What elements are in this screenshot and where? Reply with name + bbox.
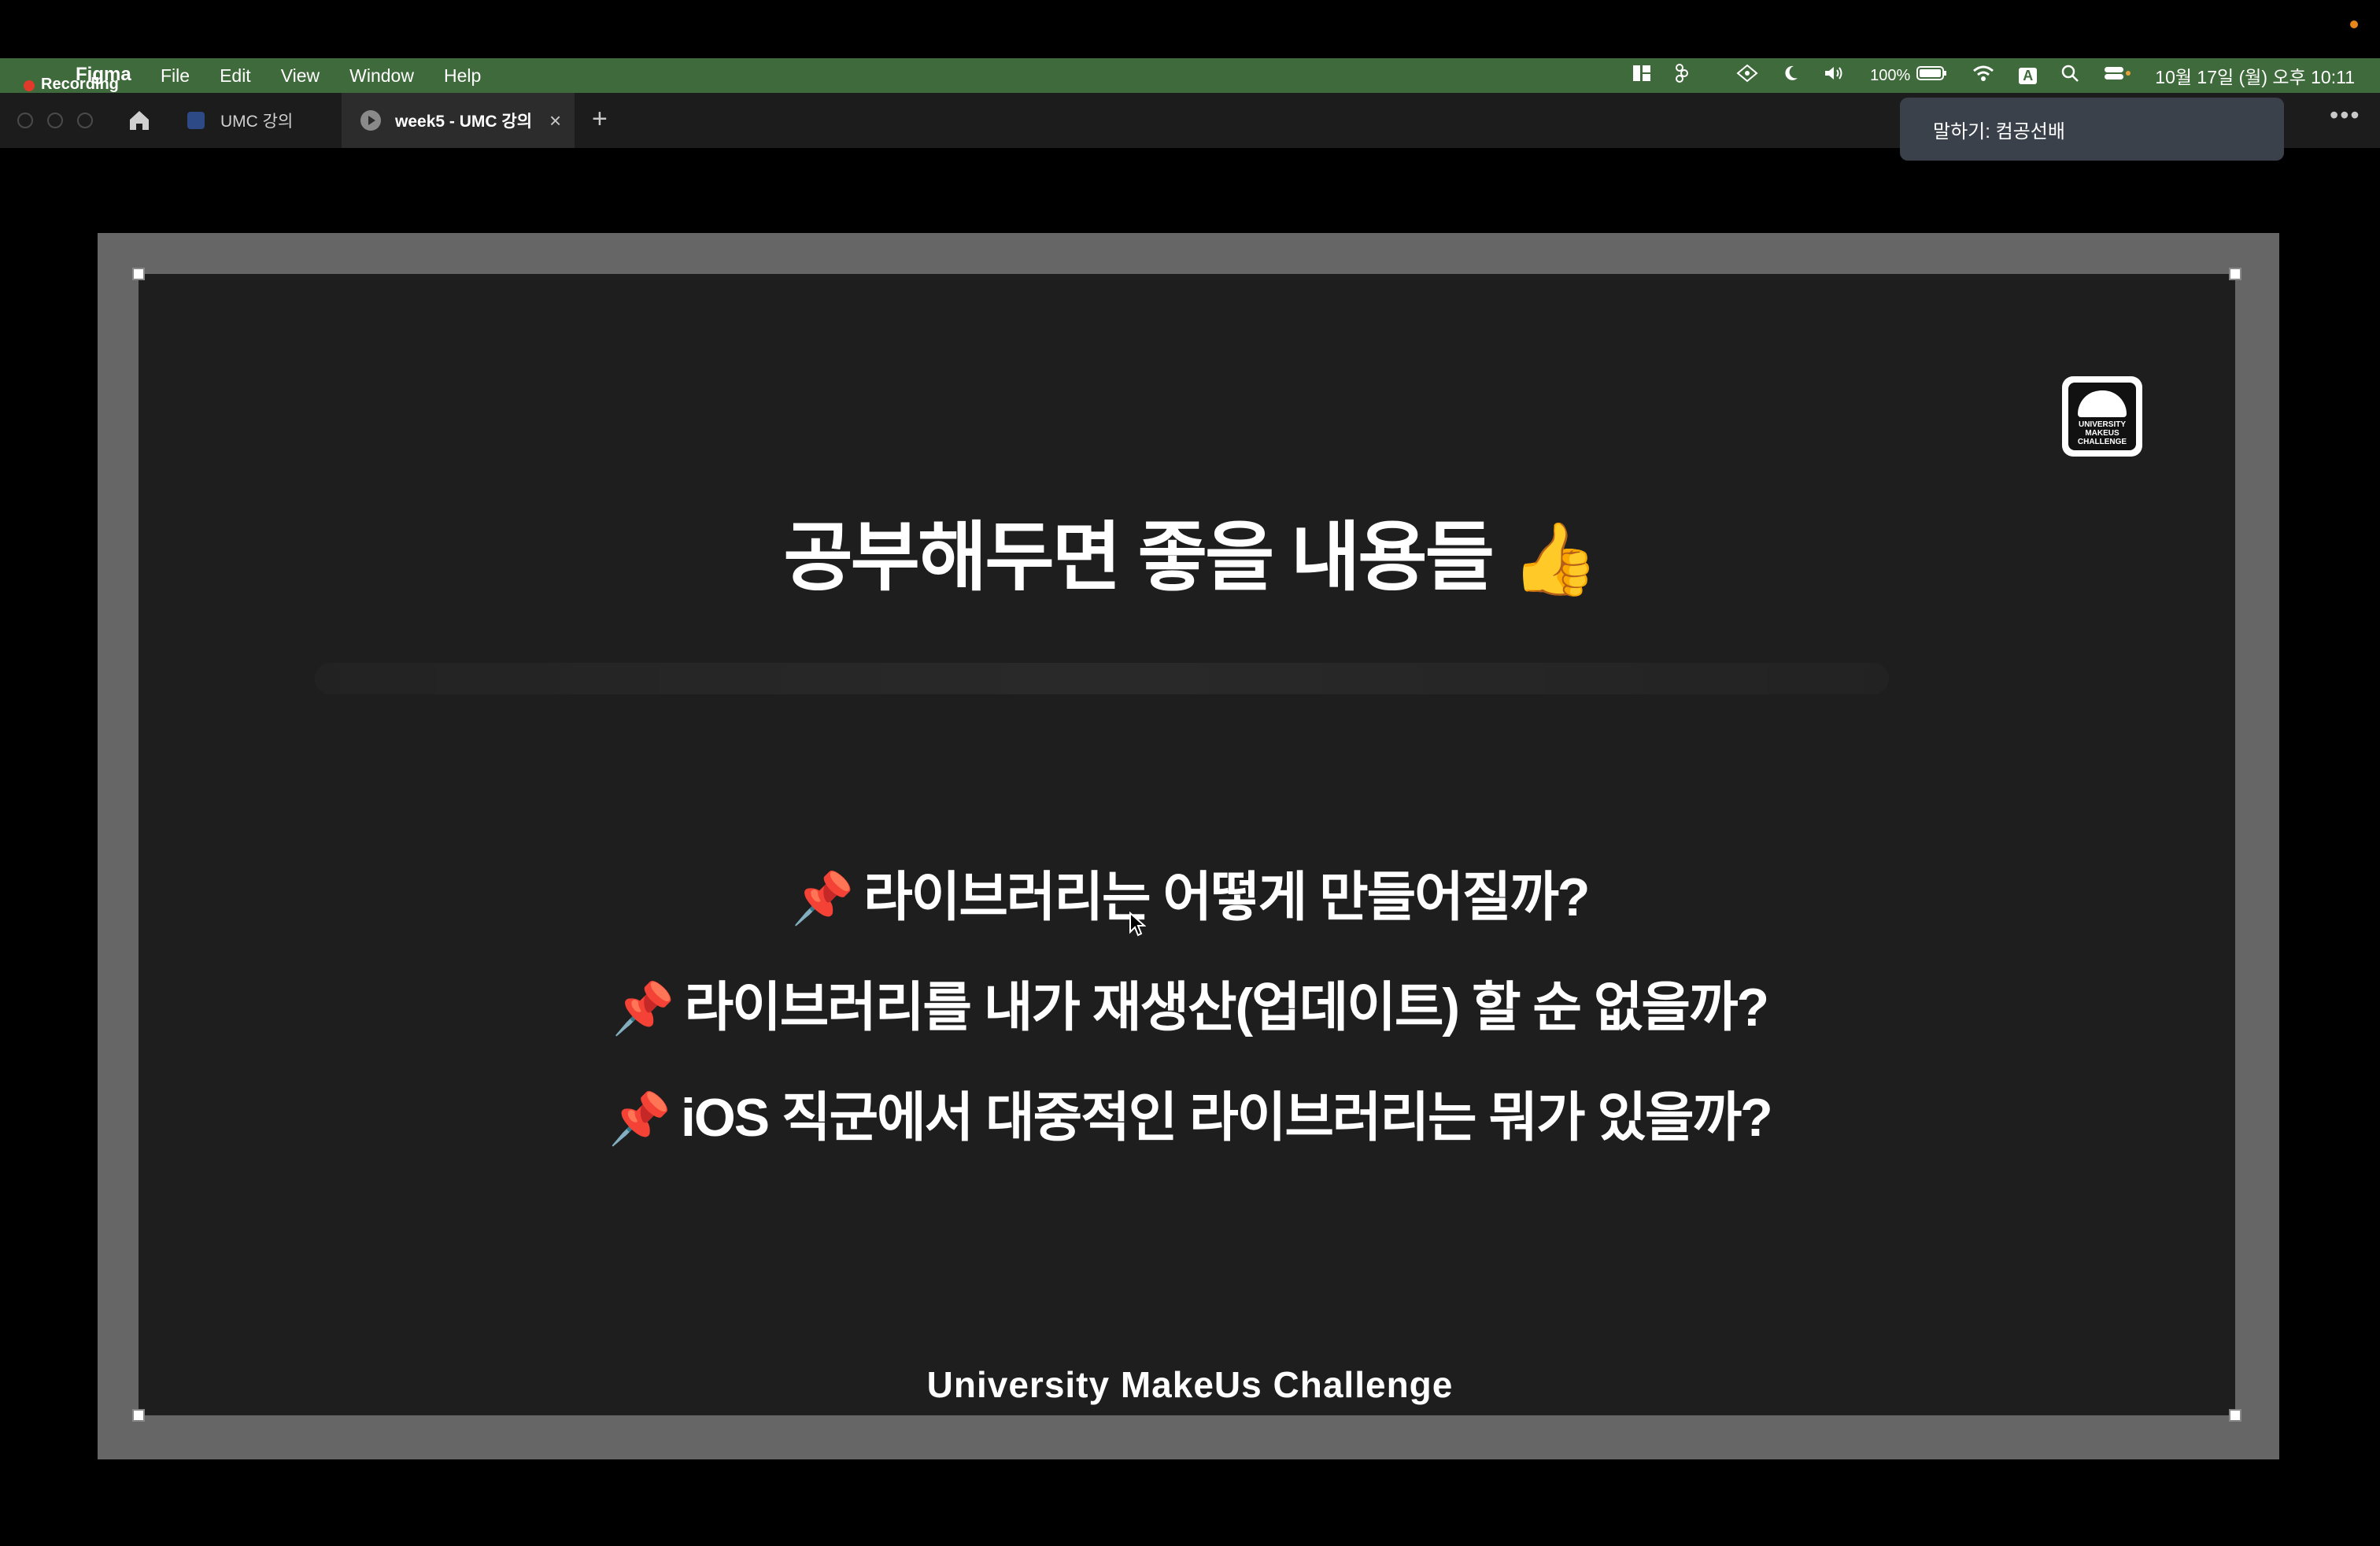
camera-indicator-icon bbox=[2350, 20, 2358, 28]
pushpin-icon: 📌 bbox=[791, 870, 855, 926]
bullet-item: 📌 라이브러리를 내가 재생산(업데이트) 할 순 없을까? bbox=[0, 963, 2380, 1041]
bullet-text: 라이브러리는 어떻게 만들어질까? bbox=[863, 867, 1590, 927]
wifi-icon[interactable] bbox=[1972, 64, 1995, 87]
menu-window[interactable]: Window bbox=[349, 65, 414, 87]
menu-file[interactable]: File bbox=[161, 65, 190, 87]
more-icon[interactable]: ••• bbox=[2330, 101, 2361, 130]
tab-close-icon[interactable]: × bbox=[549, 109, 561, 133]
control-center-icon[interactable] bbox=[2103, 64, 2131, 87]
menu-items: File Edit View Window Help bbox=[161, 58, 511, 93]
tab-label: UMC 강의 bbox=[220, 113, 294, 131]
figma-icon[interactable] bbox=[1675, 64, 1689, 87]
clock[interactable]: 10월 17일 (월) 오후 10:11 bbox=[2155, 62, 2355, 89]
slide[interactable] bbox=[139, 274, 2235, 1415]
umc-logo: UNIVERSITY MAKEUS CHALLENGE bbox=[2062, 376, 2142, 457]
new-tab-button[interactable]: + bbox=[592, 104, 608, 135]
resize-handle-bottom-left[interactable] bbox=[132, 1409, 145, 1422]
bullet-text: 라이브러리를 내가 재생산(업데이트) 할 순 없을까? bbox=[684, 978, 1769, 1037]
slide-title: 공부해두면 좋을 내용들 👍 bbox=[0, 496, 2380, 605]
window-zoom-button[interactable] bbox=[77, 113, 93, 128]
bullet-text: iOS 직군에서 대중적인 라이브러리는 뭐가 있을까? bbox=[680, 1088, 1773, 1148]
logo-text: UNIVERSITY MAKEUS CHALLENGE bbox=[2077, 420, 2127, 446]
toast-text: 말하기: 컴공선배 bbox=[1933, 120, 2065, 142]
menu-help[interactable]: Help bbox=[444, 65, 481, 87]
thumbs-up-icon: 👍 bbox=[1510, 520, 1599, 599]
search-icon[interactable] bbox=[2060, 64, 2079, 87]
battery-percent: 100% bbox=[1870, 66, 1911, 84]
moon-icon[interactable] bbox=[1782, 64, 1799, 87]
tab-label: week5 - UMC 강의 bbox=[395, 113, 533, 131]
input-source-indicator[interactable]: A bbox=[2019, 67, 2038, 84]
speech-toast: 말하기: 컴공선배 bbox=[1900, 98, 2284, 161]
menu-view[interactable]: View bbox=[281, 65, 320, 87]
screen-share-icon[interactable] bbox=[1736, 64, 1758, 87]
bullet-item: 📌 iOS 직군에서 대중적인 라이브러리는 뭐가 있을까? bbox=[0, 1074, 2380, 1152]
recording-label: Recording bbox=[41, 76, 119, 93]
slide-title-text: 공부해두면 좋을 내용들 bbox=[783, 516, 1495, 600]
window-close-button[interactable] bbox=[17, 113, 33, 128]
file-icon bbox=[187, 112, 205, 129]
screen-top-bezel bbox=[0, 0, 2380, 58]
resize-handle-top-right[interactable] bbox=[2229, 268, 2241, 280]
bullet-item: 📌 라이브러리는 어떻게 만들어질까? bbox=[0, 853, 2380, 931]
mouse-cursor-icon bbox=[1129, 911, 1147, 941]
resize-handle-top-left[interactable] bbox=[132, 268, 145, 280]
prototype-play-icon bbox=[360, 110, 381, 131]
menu-bar: Figma Recording File Edit View Window He… bbox=[0, 58, 2380, 93]
tab-week5[interactable]: week5 - UMC 강의 × bbox=[342, 93, 575, 148]
pushpin-icon: 📌 bbox=[612, 980, 675, 1037]
tab-umc[interactable]: UMC 강의 bbox=[168, 93, 342, 148]
status-area: 100% A 10월 17일 (월) 오후 10:11 bbox=[1609, 58, 2355, 93]
home-icon[interactable] bbox=[128, 109, 151, 132]
pushpin-icon: 📌 bbox=[608, 1090, 671, 1147]
recording-dot-icon bbox=[24, 80, 35, 91]
menu-edit[interactable]: Edit bbox=[220, 65, 251, 87]
resize-handle-bottom-right[interactable] bbox=[2229, 1409, 2241, 1422]
battery-icon[interactable] bbox=[1916, 65, 1948, 87]
volume-icon[interactable] bbox=[1823, 64, 1846, 87]
layout-icon[interactable] bbox=[1632, 64, 1651, 87]
slide-footer: University MakeUs Challenge bbox=[926, 1364, 1454, 1405]
window-minimize-button[interactable] bbox=[47, 113, 63, 128]
faint-text-ghost bbox=[315, 663, 1889, 694]
